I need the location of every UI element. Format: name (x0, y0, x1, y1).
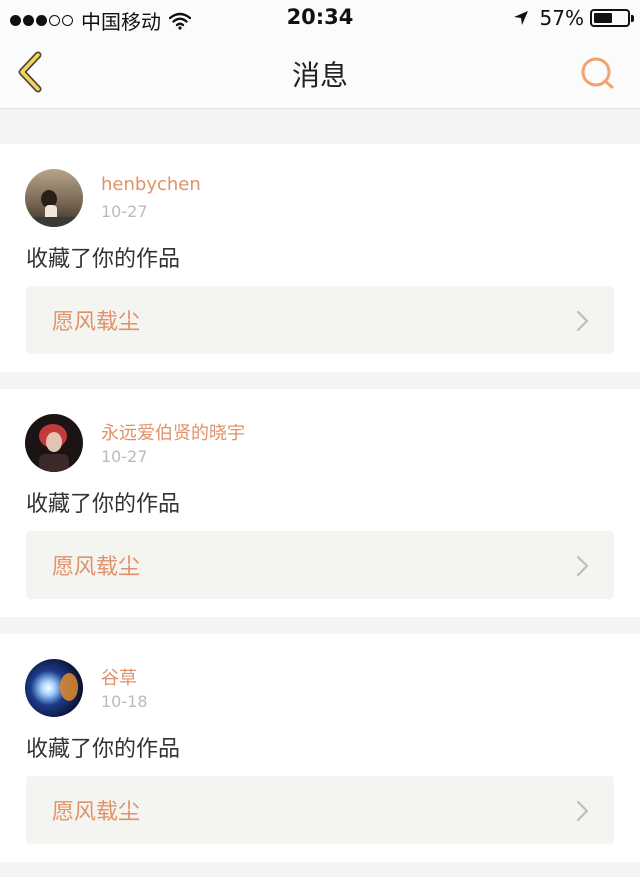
chevron-right-icon (576, 310, 589, 332)
battery-cap (631, 15, 634, 22)
message-text: 收藏了你的作品 (26, 737, 181, 762)
work-link[interactable]: 愿风载尘 (26, 286, 614, 354)
work-title: 愿风载尘 (52, 800, 141, 825)
nav-bar: 消息 (0, 36, 640, 109)
work-link[interactable]: 愿风载尘 (26, 776, 614, 844)
message-date: 10-27 (101, 447, 148, 466)
username-link[interactable]: henbychen (101, 174, 201, 195)
avatar[interactable] (25, 659, 83, 717)
location-arrow-icon (513, 11, 528, 25)
username-link[interactable]: 谷草 (101, 664, 137, 690)
page-title: 消息 (291, 59, 348, 92)
message-date: 10-27 (101, 202, 148, 221)
avatar[interactable] (25, 414, 83, 472)
battery-percent: 57% (539, 6, 584, 30)
username-link[interactable]: 永远爱伯贤的晓宇 (101, 419, 245, 445)
message-card: 谷草 10-18 收藏了你的作品 愿风载尘 (0, 634, 640, 862)
avatar[interactable] (25, 169, 83, 227)
message-card: 永远爱伯贤的晓宇 10-27 收藏了你的作品 愿风载尘 (0, 389, 640, 617)
status-right: 57% (512, 6, 634, 30)
search-icon (581, 57, 614, 89)
search-button[interactable] (578, 54, 618, 94)
battery-icon (590, 9, 634, 27)
chevron-right-icon (576, 555, 589, 577)
work-title: 愿风载尘 (52, 555, 141, 580)
work-title: 愿风载尘 (52, 310, 141, 335)
message-card: henbychen 10-27 收藏了你的作品 愿风载尘 (0, 144, 640, 372)
status-bar: 中国移动 20:34 57% (0, 0, 640, 36)
message-text: 收藏了你的作品 (26, 492, 181, 517)
work-link[interactable]: 愿风载尘 (26, 531, 614, 599)
battery-fill (594, 13, 612, 23)
message-date: 10-18 (101, 692, 148, 711)
chevron-right-icon (576, 800, 589, 822)
message-text: 收藏了你的作品 (26, 247, 181, 272)
